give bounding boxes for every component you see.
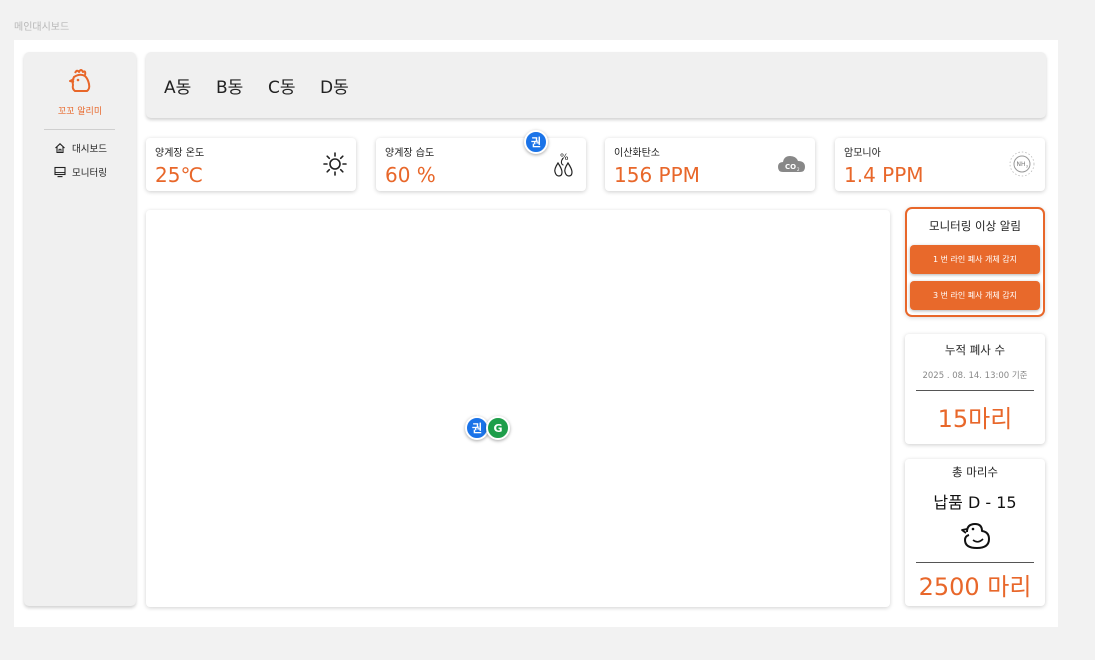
- sensor-value: 1.4 PPM: [844, 163, 924, 187]
- death-card-title: 누적 폐사 수: [944, 343, 1006, 357]
- total-card-divider: [916, 562, 1034, 563]
- delivery-countdown: 납품 D - 15: [933, 493, 1017, 512]
- sensor-ammonia: 암모니아 1.4 PPM NH 3: [835, 138, 1045, 191]
- nh3-icon: NH 3: [1009, 151, 1035, 177]
- tab-d[interactable]: D동: [320, 73, 349, 98]
- svg-text:3: 3: [1026, 165, 1028, 169]
- death-card-timestamp: 2025 . 08. 14. 13:00 기준: [922, 371, 1028, 381]
- svg-text:CO: CO: [785, 163, 796, 171]
- g-badge-center[interactable]: G: [486, 416, 510, 440]
- monitoring-main-panel: [146, 210, 890, 607]
- alert-button-line-1[interactable]: 1 번 라인 폐사 개체 감지: [910, 245, 1040, 274]
- sidebar-item-label: 모니터링: [72, 168, 107, 179]
- alert-panel: 모니터링 이상 알림 1 번 라인 폐사 개체 감지 3 번 라인 폐사 개체 …: [905, 207, 1045, 317]
- sensor-co2: 이산화탄소 156 PPM CO 2: [605, 138, 815, 191]
- sensor-humidity: 양계장 습도 60 % %: [376, 138, 586, 191]
- sensor-value: 60 %: [385, 163, 436, 187]
- death-count-card: 누적 폐사 수 2025 . 08. 14. 13:00 기준 15마리: [905, 334, 1045, 444]
- sensor-value: 156 PPM: [614, 163, 700, 187]
- monitor-icon: [54, 166, 66, 178]
- total-count-card: 총 마리수 납품 D - 15 2500 마리: [905, 459, 1045, 606]
- tab-a[interactable]: A동: [164, 73, 191, 98]
- sensor-label: 양계장 습도: [385, 148, 435, 159]
- sidebar-divider: [44, 129, 115, 130]
- chick-icon: [961, 523, 990, 549]
- sidebar-item-label: 대시보드: [72, 144, 107, 155]
- home-icon: [55, 143, 65, 154]
- sensor-value: 25℃: [155, 163, 203, 187]
- alert-title: 모니터링 이상 알림: [929, 219, 1021, 233]
- building-tabs-bar: A동 B동 C동 D동: [146, 52, 1046, 118]
- tab-b[interactable]: B동: [216, 73, 243, 98]
- total-card-title: 총 마리수: [952, 465, 998, 479]
- kwon-badge-top[interactable]: 권: [524, 130, 548, 154]
- sidebar-item-dashboard[interactable]: 대시보드: [54, 141, 107, 155]
- sensor-label: 암모니아: [844, 148, 881, 159]
- brand-name: 꼬꼬 알리미: [57, 107, 103, 117]
- svg-text:NH: NH: [1017, 161, 1026, 168]
- page-label: 메인대시보드: [14, 22, 70, 33]
- chicken-logo-icon: [69, 69, 91, 92]
- alert-button-line-3[interactable]: 3 번 라인 폐사 개체 감지: [910, 281, 1040, 310]
- total-card-value: 2500 마리: [918, 573, 1032, 601]
- humidity-icon: %: [554, 153, 573, 177]
- tab-c[interactable]: C동: [268, 73, 296, 98]
- sidebar: 꼬꼬 알리미 대시보드 모니터링: [24, 52, 136, 606]
- death-card-value: 15마리: [937, 405, 1013, 433]
- co2-cloud-icon: CO 2: [778, 156, 805, 172]
- sun-icon: [323, 152, 347, 176]
- death-card-divider: [916, 390, 1034, 391]
- sensor-temperature: 양계장 온도 25℃: [146, 138, 356, 191]
- sensor-label: 양계장 온도: [155, 148, 205, 159]
- sidebar-item-monitoring[interactable]: 모니터링: [54, 165, 107, 179]
- sensor-label: 이산화탄소: [614, 148, 660, 159]
